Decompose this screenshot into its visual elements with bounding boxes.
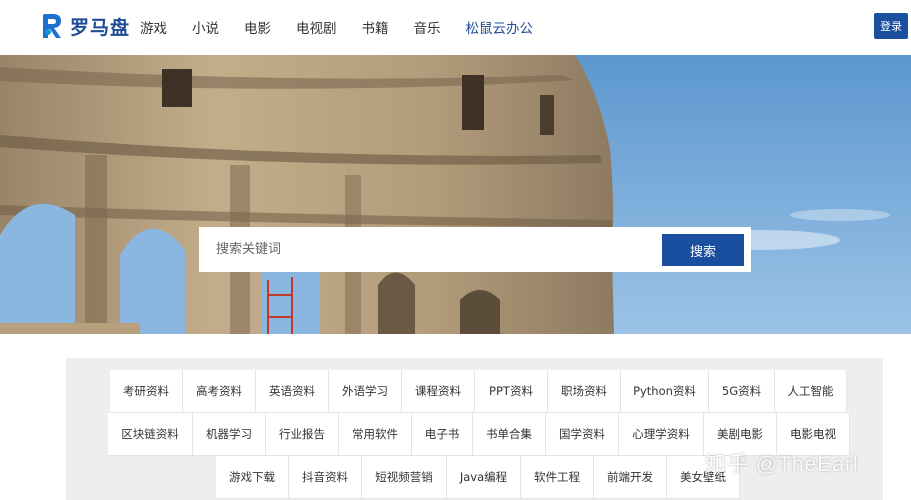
- top-header: 罗马盘 游戏 小说 电影 电视剧 书籍 音乐 松鼠云办公 登录: [0, 0, 911, 55]
- tag-item[interactable]: 职场资料: [548, 370, 621, 413]
- colosseum-image: [0, 55, 911, 334]
- nav-item-music[interactable]: 音乐: [414, 17, 441, 37]
- tag-item[interactable]: 软件工程: [521, 456, 594, 499]
- nav-item-games[interactable]: 游戏: [140, 17, 167, 37]
- logo-r-icon: [43, 14, 61, 38]
- tag-item[interactable]: 外语学习: [329, 370, 402, 413]
- tag-item[interactable]: 电子书: [412, 413, 473, 456]
- tag-item[interactable]: 抖音资料: [289, 456, 362, 499]
- nav-item-novels[interactable]: 小说: [192, 17, 219, 37]
- tag-item[interactable]: 行业报告: [266, 413, 339, 456]
- tag-item[interactable]: 游戏下载: [216, 456, 289, 499]
- tag-item[interactable]: Python资料: [621, 370, 709, 413]
- tag-item[interactable]: 英语资料: [256, 370, 329, 413]
- watermark-text: 知乎 @TheEarl: [705, 453, 859, 476]
- nav-item-movies[interactable]: 电影: [244, 17, 271, 37]
- tag-item[interactable]: 高考资料: [183, 370, 256, 413]
- tag-item[interactable]: 短视频营销: [362, 456, 447, 499]
- tag-item[interactable]: 前端开发: [594, 456, 667, 499]
- tag-item[interactable]: Java编程: [447, 456, 521, 499]
- nav-item-tv[interactable]: 电视剧: [296, 17, 337, 37]
- tag-item[interactable]: 区块链资料: [108, 413, 193, 456]
- tag-item[interactable]: PPT资料: [475, 370, 548, 413]
- logo-text: 罗马盘: [70, 16, 131, 39]
- tag-item[interactable]: 常用软件: [339, 413, 412, 456]
- tag-item[interactable]: 人工智能: [775, 370, 847, 413]
- tag-item[interactable]: 机器学习: [193, 413, 266, 456]
- site-logo[interactable]: 罗马盘: [40, 12, 130, 40]
- nav-item-office[interactable]: 松鼠云办公: [466, 17, 534, 37]
- search-button[interactable]: 搜索: [662, 234, 744, 266]
- tag-item[interactable]: 5G资料: [709, 370, 775, 413]
- main-nav: 游戏 小说 电影 电视剧 书籍 音乐 松鼠云办公: [140, 17, 558, 37]
- tag-item[interactable]: 国学资料: [546, 413, 619, 456]
- nav-item-books[interactable]: 书籍: [362, 17, 389, 37]
- tag-item[interactable]: 书单合集: [473, 413, 546, 456]
- tag-row-1: 考研资料 高考资料 英语资料 外语学习 课程资料 PPT资料 职场资料 Pyth…: [110, 370, 847, 413]
- search-input[interactable]: [199, 227, 661, 272]
- hero-banner: 搜索: [0, 55, 911, 334]
- category-tag-panel: 考研资料 高考资料 英语资料 外语学习 课程资料 PPT资料 职场资料 Pyth…: [66, 358, 883, 500]
- tag-item[interactable]: 考研资料: [110, 370, 183, 413]
- search-box: 搜索: [199, 227, 751, 272]
- tag-item[interactable]: 课程资料: [402, 370, 475, 413]
- tag-item[interactable]: 心理学资料: [619, 413, 704, 456]
- login-button[interactable]: 登录: [874, 13, 908, 39]
- tag-row-3: 游戏下载 抖音资料 短视频营销 Java编程 软件工程 前端开发 美女壁纸: [216, 456, 740, 499]
